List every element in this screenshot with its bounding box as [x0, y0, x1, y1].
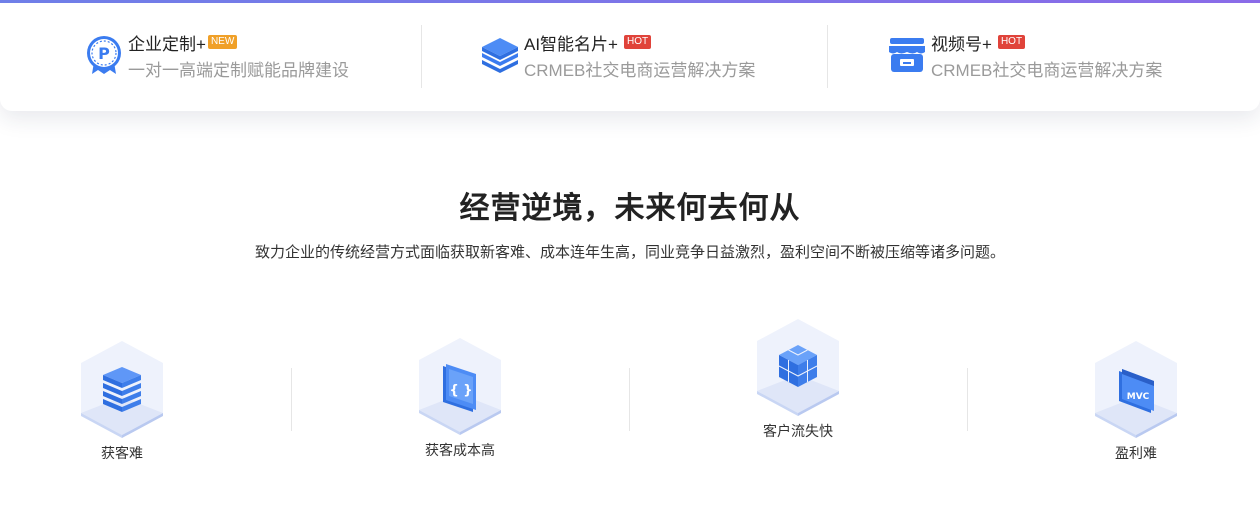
pain-divider — [291, 368, 292, 431]
pain-point-label: 客户流失快 — [763, 423, 833, 439]
pain-point-label: 获客成本高 — [425, 442, 495, 458]
pain-point-label: 盈利难 — [1115, 445, 1157, 461]
top-accent-bar — [0, 0, 1260, 3]
pain-point-churn: 客户流失快 — [743, 315, 853, 441]
new-badge: NEW — [207, 35, 238, 49]
feature-subtitle: 一对一高端定制赋能品牌建设 — [128, 61, 349, 80]
svg-text:{ }: { } — [449, 383, 472, 398]
store-icon — [889, 38, 925, 72]
pain-point-cost: { } 获客成本高 — [405, 334, 515, 460]
hot-badge: HOT — [624, 35, 652, 49]
pain-divider — [629, 368, 630, 431]
server-stack-icon — [81, 341, 163, 438]
feature-divider — [827, 25, 828, 88]
svg-text:MVC: MVC — [1127, 392, 1150, 402]
section-subtitle: 致力企业的传统经营方式面临获取新客难、成本连年生高，同业竞争日益激烈，盈利空间不… — [254, 244, 1005, 261]
layers-icon — [482, 38, 518, 73]
feature-title: 视频号+ — [931, 34, 992, 54]
feature-title: 企业定制+ — [128, 34, 206, 54]
feature-subtitle: CRMEB社交电商运营解决方案 — [931, 61, 1163, 80]
badge-p-icon: P — [87, 36, 121, 74]
section-title: 经营逆境，未来何去何从 — [459, 192, 801, 225]
pain-point-acquisition: 获客难 — [67, 337, 177, 463]
feature-title: AI智能名片+ — [524, 34, 618, 54]
feature-video-channel[interactable]: 视频号+ HOT CRMEB社交电商运营解决方案 — [887, 30, 1162, 84]
code-braces-icon: { } — [419, 338, 501, 435]
svg-text:P: P — [98, 44, 110, 63]
mvc-window-icon: MVC — [1095, 341, 1177, 438]
pain-point-profit: MVC 盈利难 — [1081, 337, 1191, 463]
feature-subtitle: CRMEB社交电商运营解决方案 — [524, 61, 756, 80]
feature-enterprise-custom[interactable]: P 企业定制+ NEW 一对一高端定制赋能品牌建设 — [84, 30, 349, 84]
pain-divider — [967, 368, 968, 431]
hot-badge: HOT — [997, 35, 1026, 49]
feature-ai-card[interactable]: AI智能名片+ HOT CRMEB社交电商运营解决方案 — [480, 30, 755, 84]
cube-blocks-icon — [757, 319, 839, 416]
pain-point-label: 获客难 — [101, 445, 143, 461]
feature-divider — [421, 25, 422, 88]
